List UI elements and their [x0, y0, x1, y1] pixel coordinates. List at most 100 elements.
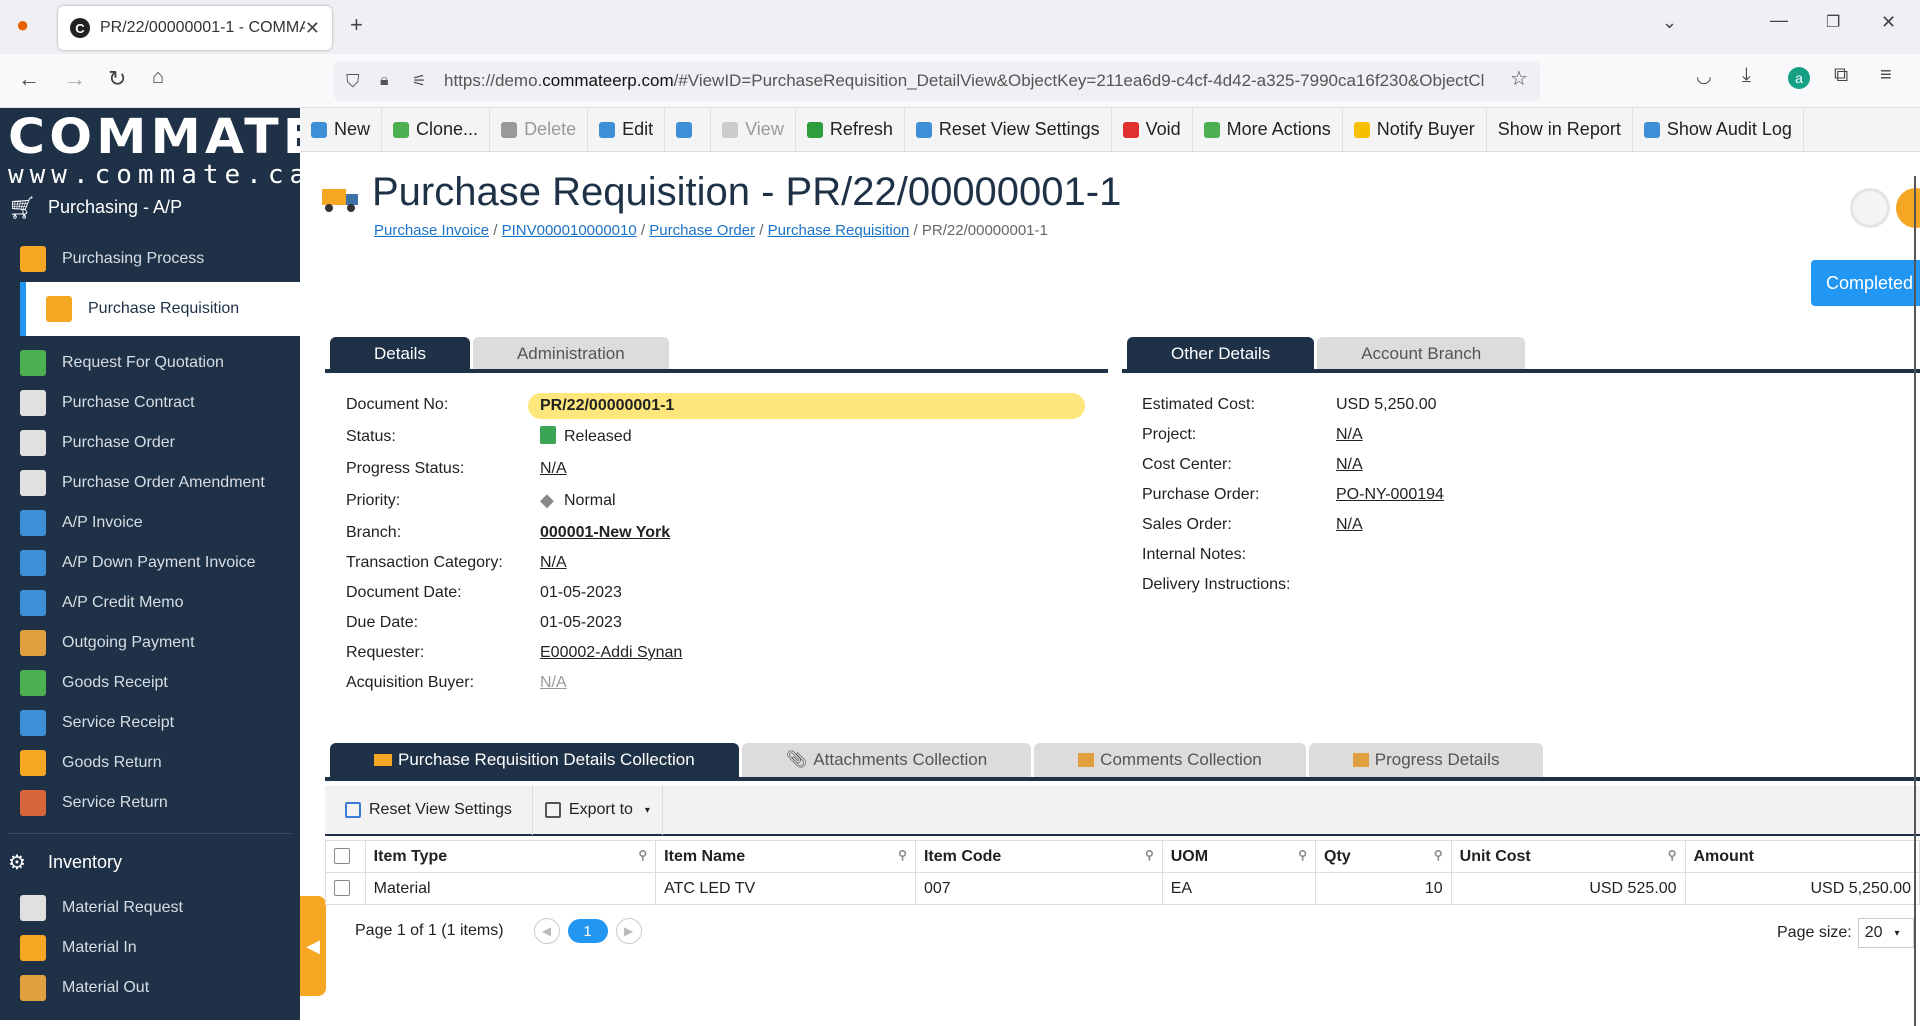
column-header[interactable]: Item Name ⚲ — [655, 840, 916, 873]
previous-record-button[interactable] — [1850, 188, 1890, 228]
forward-icon[interactable]: → — [64, 66, 86, 92]
toolbar-button[interactable]: Notify Buyer — [1343, 108, 1487, 151]
tab-list-chevron-icon[interactable]: ⌄ — [1662, 12, 1677, 33]
bookmark-star-icon[interactable]: ☆ — [1510, 66, 1528, 91]
column-header[interactable]: Amount — [1684, 840, 1920, 873]
filter-icon[interactable]: ⚲ — [1668, 848, 1677, 862]
table-row[interactable]: Material ATC LED TV 007 EA 10 USD 525.00 USD 5… — [325, 872, 1920, 905]
breadcrumb-link[interactable]: Purchase Order — [649, 222, 755, 239]
sidebar-item[interactable]: Service Receipt — [20, 703, 300, 743]
tab-administration[interactable]: Administration — [472, 337, 669, 371]
column-header[interactable]: Item Type ⚲ — [364, 840, 657, 873]
toolbar-button[interactable]: Refresh — [796, 108, 905, 151]
page-size-select[interactable]: 20 ▾ — [1857, 918, 1914, 948]
tab-attachments[interactable]: 📎︎ Attachments Collection — [741, 743, 1032, 777]
tab-other-details[interactable]: Other Details — [1127, 337, 1315, 371]
sidebar-item[interactable]: Goods Return — [20, 743, 300, 783]
toolbar-button[interactable]: Show in Report — [1487, 108, 1633, 151]
sidebar-item[interactable]: A/P Invoice — [20, 503, 300, 543]
sidebar-item[interactable]: Purchase Contract — [20, 383, 300, 423]
sidebar-item[interactable]: Service Return — [20, 783, 300, 823]
toolbar-button[interactable]: Delete — [490, 108, 589, 151]
select-all-checkbox[interactable] — [334, 848, 350, 865]
acquisition-buyer-value[interactable]: N/A — [540, 674, 567, 692]
toolbar-button[interactable]: New — [300, 108, 383, 151]
filter-icon[interactable]: ⚲ — [1298, 848, 1307, 862]
filter-icon[interactable]: ⚲ — [1434, 848, 1443, 862]
toolbar-button[interactable]: Reset View Settings — [905, 108, 1112, 151]
breadcrumb-link[interactable]: PINV000010000010 — [502, 222, 637, 239]
toolbar-button[interactable]: Void — [1112, 108, 1193, 151]
column-header[interactable]: Item Code ⚲ — [914, 840, 1163, 873]
progress-status-value[interactable]: N/A — [540, 460, 567, 478]
new-tab-icon[interactable]: + — [350, 12, 363, 38]
tab-details-collection[interactable]: Purchase Requisition Details Collection — [330, 743, 739, 777]
tab-comments[interactable]: Comments Collection — [1034, 743, 1306, 777]
tab-progress[interactable]: Progress Details — [1308, 743, 1544, 777]
sidebar-item[interactable]: Goods Receipt — [20, 663, 300, 703]
filter-icon[interactable]: ⚲ — [898, 848, 907, 862]
sidebar-item[interactable]: Material Request — [20, 888, 300, 928]
page-number-button[interactable]: 1 — [567, 919, 608, 943]
row-checkbox[interactable] — [334, 880, 350, 897]
collapse-sidebar-button[interactable]: ◀ — [300, 896, 326, 996]
export-to-button[interactable]: Export to ▾ — [533, 785, 663, 835]
close-tab-icon[interactable]: ✕ — [305, 18, 320, 39]
status-button[interactable]: Completed — [1811, 260, 1920, 306]
sidebar-item[interactable]: Request For Quotation — [20, 343, 300, 383]
prev-page-button[interactable]: ◀ — [533, 918, 560, 944]
home-icon[interactable]: ⌂ — [152, 66, 164, 89]
column-header[interactable]: Qty ⚲ — [1315, 840, 1452, 873]
column-header[interactable]: UOM ⚲ — [1161, 840, 1317, 873]
next-record-button[interactable] — [1896, 188, 1920, 228]
extensions-icon[interactable]: ⧉ — [1834, 64, 1848, 87]
project-value[interactable]: N/A — [1336, 426, 1363, 444]
close-window-icon[interactable]: ✕ — [1881, 12, 1896, 33]
reload-icon[interactable]: ↻ — [108, 66, 126, 92]
breadcrumb-link[interactable]: Purchase Requisition — [768, 222, 910, 239]
firefox-icon[interactable]: ● — [16, 12, 29, 38]
requester-value[interactable]: E00002-Addi Synan — [540, 644, 682, 662]
scrollbar[interactable] — [1914, 176, 1916, 1026]
toolbar-button[interactable]: Clone... — [382, 108, 491, 151]
menu-icon[interactable]: ≡ — [1880, 64, 1892, 87]
tab-account-branch[interactable]: Account Branch — [1317, 337, 1526, 371]
sidebar-item[interactable]: A/P Down Payment Invoice — [20, 543, 300, 583]
branch-value[interactable]: 000001-New York — [540, 524, 670, 542]
column-header[interactable]: Unit Cost ⚲ — [1450, 840, 1686, 873]
restore-icon[interactable]: ❐ — [1826, 12, 1840, 32]
sidebar-item[interactable]: Outgoing Payment — [20, 623, 300, 663]
sales-order-value[interactable]: N/A — [1336, 516, 1363, 534]
back-icon[interactable]: ← — [18, 66, 40, 92]
pocket-icon[interactable]: ◡ — [1696, 66, 1712, 87]
toolbar-button[interactable]: View — [711, 108, 796, 151]
toolbar-button[interactable] — [665, 108, 712, 151]
transaction-category-value[interactable]: N/A — [540, 554, 567, 572]
sidebar-item[interactable]: Purchasing Process — [20, 239, 300, 279]
url-bar[interactable]: ⛉ 🔒︎ ⚟ https://demo. commateerp.com/#View… — [334, 61, 1540, 101]
toolbar-button[interactable]: More Actions — [1193, 108, 1343, 151]
next-page-button[interactable]: ▶ — [615, 918, 642, 944]
account-icon[interactable]: a — [1788, 67, 1810, 89]
commate-logo[interactable]: COMMATE www.commate.ca — [8, 112, 317, 188]
sidebar-item[interactable]: Purchase Order Amendment — [20, 463, 300, 503]
sidebar-section-inventory[interactable]: ⚙ Inventory — [0, 842, 300, 882]
sidebar-item[interactable]: Purchase Order — [20, 423, 300, 463]
filter-icon[interactable]: ⚲ — [1145, 848, 1154, 862]
sidebar-item[interactable]: A/P Credit Memo — [20, 583, 300, 623]
sidebar-section-purchasing[interactable]: 🛒︎ Purchasing - A/P — [0, 187, 300, 227]
breadcrumb-link[interactable]: Purchase Invoice — [374, 222, 489, 239]
cost-center-value[interactable]: N/A — [1336, 456, 1363, 474]
purchase-order-value[interactable]: PO-NY-000194 — [1336, 486, 1444, 504]
grid-reset-view-button[interactable]: Reset View Settings — [325, 785, 533, 835]
sidebar-item[interactable]: Purchase Requisition — [20, 282, 300, 336]
minimize-icon[interactable]: — — [1770, 10, 1788, 31]
tab-details[interactable]: Details — [330, 337, 470, 371]
toolbar-button[interactable]: Edit — [588, 108, 666, 151]
downloads-icon[interactable]: ⤓ — [1742, 64, 1751, 87]
toolbar-button[interactable]: Show Audit Log — [1633, 108, 1804, 151]
browser-tab[interactable]: C PR/22/00000001-1 - COMMATE ✕ — [58, 6, 332, 50]
filter-icon[interactable]: ⚲ — [638, 848, 647, 862]
sidebar-item[interactable]: Material Out — [20, 968, 300, 1008]
sidebar-item[interactable]: Material In — [20, 928, 300, 968]
